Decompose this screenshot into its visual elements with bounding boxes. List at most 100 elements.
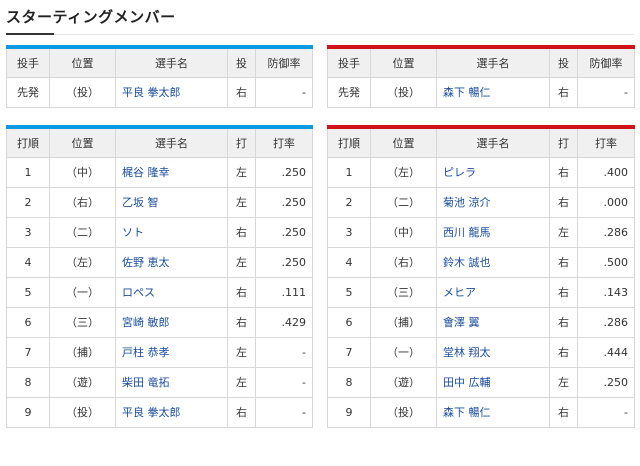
player-name-link[interactable]: 梶谷 隆幸 (115, 156, 228, 188)
header-player-name: 選手名 (115, 46, 228, 78)
batting-order: 7 (327, 336, 371, 368)
batting-order: 5 (327, 276, 371, 308)
batting-average: .000 (577, 186, 635, 218)
player-name-link[interactable]: 柴田 竜拓 (115, 366, 228, 398)
batting-order: 2 (6, 186, 50, 218)
player-position: （遊） (49, 366, 116, 398)
player-bats: 右 (549, 276, 578, 308)
header-player-name: 選手名 (436, 126, 550, 158)
player-name-link[interactable]: ソト (115, 216, 228, 248)
player-bats: 左 (227, 336, 256, 368)
pitcher-position: （投） (49, 76, 116, 108)
player-bats: 右 (227, 306, 256, 338)
player-bats: 右 (549, 186, 578, 218)
header-throws: 投 (549, 46, 578, 78)
player-name-link[interactable]: 田中 広輔 (436, 366, 550, 398)
header-era: 防御率 (255, 46, 313, 78)
batting-order: 4 (327, 246, 371, 278)
batting-average: .286 (577, 306, 635, 338)
header-player-name: 選手名 (115, 126, 228, 158)
header-batting-average: 打率 (255, 126, 313, 158)
pitcher-era: - (577, 76, 635, 108)
batting-order: 6 (6, 306, 50, 338)
table-row: 5 （一） ロペス右 .111 (6, 276, 313, 308)
player-bats: 右 (549, 246, 578, 278)
player-bats: 右 (549, 306, 578, 338)
player-name-link[interactable]: 平良 拳太郎 (115, 396, 228, 428)
table-row: 2 （右） 乙坂 智左 .250 (6, 186, 313, 218)
table-row: 8 （遊） 田中 広輔左 .250 (327, 366, 635, 398)
table-row: 1 （中） 梶谷 隆幸左 .250 (6, 156, 313, 188)
player-name-link[interactable]: 乙坂 智 (115, 186, 228, 218)
player-bats: 左 (549, 366, 578, 398)
player-position: （中） (49, 156, 116, 188)
header-era: 防御率 (577, 46, 635, 78)
player-position: （左） (49, 246, 116, 278)
pitcher-era: - (255, 76, 313, 108)
batting-average: .429 (255, 306, 313, 338)
pitcher-position: （投） (370, 76, 437, 108)
player-name-link[interactable]: 菊池 涼介 (436, 186, 550, 218)
table-row: 3 （二） ソト右 .250 (6, 216, 313, 248)
table-row: 8 （遊） 柴田 竜拓左 - (6, 366, 313, 398)
player-position: （遊） (370, 366, 437, 398)
batting-average: .250 (255, 246, 313, 278)
pitcher-throws: 右 (227, 76, 256, 108)
player-position: （左） (370, 156, 437, 188)
player-name-link[interactable]: 森下 暢仁 (436, 396, 550, 428)
table-row: 2 （二） 菊池 涼介右 .000 (327, 186, 635, 218)
batting-order: 3 (327, 216, 371, 248)
batting-average: .400 (577, 156, 635, 188)
player-name-link[interactable]: メヒア (436, 276, 550, 308)
pitcher-role: 先発 (327, 76, 371, 108)
player-name-link[interactable]: ピレラ (436, 156, 550, 188)
batting-average: .111 (255, 276, 313, 308)
player-name-link[interactable]: ロペス (115, 276, 228, 308)
title-underline (6, 33, 54, 35)
player-position: （右） (49, 186, 116, 218)
player-bats: 左 (227, 156, 256, 188)
header-position: 位置 (49, 46, 116, 78)
batting-average: .286 (577, 216, 635, 248)
header-position: 位置 (370, 46, 437, 78)
table-row: 6 （捕） 會澤 翼右 .286 (327, 306, 635, 338)
header-position: 位置 (49, 126, 116, 158)
batting-order: 1 (6, 156, 50, 188)
player-position: （投） (370, 396, 437, 428)
player-name-link[interactable]: 宮崎 敏郎 (115, 306, 228, 338)
table-row: 1 （左） ピレラ右 .400 (327, 156, 635, 188)
home-lineup-table: 打順 位置 選手名 打 打率 1 （中） 梶谷 隆幸左 .250 2 （右） 乙坂 智左 .2… (6, 125, 313, 428)
table-header-row: 投手 位置 選手名 投 防御率 (327, 46, 635, 78)
player-name-link[interactable]: 會澤 翼 (436, 306, 550, 338)
section-title: スターティングメンバー (6, 8, 176, 26)
header-pitcher: 投手 (6, 46, 50, 78)
batting-average: - (577, 396, 635, 428)
player-name-link[interactable]: 西川 龍馬 (436, 216, 550, 248)
player-position: （三） (370, 276, 437, 308)
player-position: （投） (49, 396, 116, 428)
batting-average: - (255, 366, 313, 398)
table-row: 6 （三） 宮崎 敏郎右 .429 (6, 306, 313, 338)
batting-order: 3 (6, 216, 50, 248)
batting-order: 4 (6, 246, 50, 278)
batting-average: .444 (577, 336, 635, 368)
table-header-row: 打順 位置 選手名 打 打率 (327, 126, 635, 158)
batting-order: 9 (327, 396, 371, 428)
player-position: （捕） (49, 336, 116, 368)
player-name-link[interactable]: 戸柱 恭孝 (115, 336, 228, 368)
table-row: 5 （三） メヒア右 .143 (327, 276, 635, 308)
batting-order: 8 (327, 366, 371, 398)
batting-average: .250 (577, 366, 635, 398)
player-name-link[interactable]: 鈴木 誠也 (436, 246, 550, 278)
player-name-link[interactable]: 堂林 翔太 (436, 336, 550, 368)
batting-order: 5 (6, 276, 50, 308)
player-position: （一） (370, 336, 437, 368)
player-bats: 左 (227, 246, 256, 278)
away-lineup-table: 打順 位置 選手名 打 打率 1 （左） ピレラ右 .400 2 （二） 菊池 涼介右 .00… (327, 125, 635, 428)
player-name-link[interactable]: 佐野 恵太 (115, 246, 228, 278)
pitcher-name-link[interactable]: 平良 拳太郎 (115, 76, 228, 108)
header-pitcher: 投手 (327, 46, 371, 78)
pitcher-name-link[interactable]: 森下 暢仁 (436, 76, 550, 108)
player-bats: 右 (227, 216, 256, 248)
player-position: （三） (49, 306, 116, 338)
